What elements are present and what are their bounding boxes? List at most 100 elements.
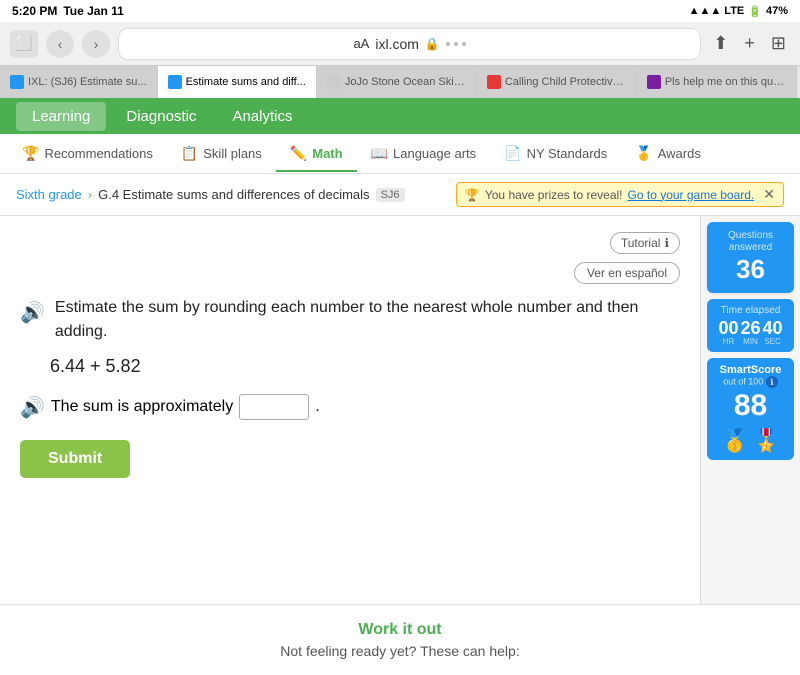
tab-math[interactable]: ✏️ Math [276, 137, 357, 172]
share-button[interactable]: ⬆ [709, 31, 732, 56]
bottom-section: Work it out Not feeling ready yet? These… [0, 604, 800, 675]
tab-estimate[interactable]: Estimate sums and diff... [158, 66, 317, 98]
tab-recommendations-label: Recommendations [44, 146, 152, 161]
trophy-icon: 🏆 [465, 188, 480, 202]
nav-diagnostic[interactable]: Diagnostic [110, 102, 212, 131]
awards-icon: 🥇 [635, 145, 652, 162]
questions-answered-box: Questions answered 36 [707, 222, 794, 293]
tab-recommendations[interactable]: 🏆 Recommendations [8, 137, 167, 172]
time-minutes: 26 MIN [740, 319, 760, 346]
language-arts-icon: 📖 [371, 145, 388, 162]
tutorial-button[interactable]: Tutorial ℹ [610, 232, 680, 254]
prize-text: You have prizes to reveal! [485, 188, 623, 202]
instruction-text: Estimate the sum by rounding each number… [55, 296, 680, 344]
smart-score-title: SmartScore [715, 364, 786, 376]
main-content: Tutorial ℹ Ver en español 🔊 Estimate the… [0, 216, 800, 604]
tab-label-calling: Calling Child Protective... [505, 76, 626, 88]
address-bar[interactable]: aA ixl.com 🔒 [118, 28, 701, 60]
window-button[interactable]: ⬜ [10, 30, 38, 58]
tab-help[interactable]: Pls help me on this que... [637, 66, 797, 98]
info-icon: ℹ [664, 236, 669, 250]
breadcrumb-badge: SJ6 [376, 188, 405, 202]
tab-favicon-jojo [327, 75, 341, 89]
tab-ixl[interactable]: IXL: (SJ6) Estimate su... [0, 66, 158, 98]
submit-button[interactable]: Submit [20, 440, 130, 478]
nav-analytics[interactable]: Analytics [216, 102, 308, 131]
tab-favicon-help [647, 75, 661, 89]
tab-label-ixl: IXL: (SJ6) Estimate su... [28, 76, 147, 88]
breadcrumb-parent[interactable]: Sixth grade [16, 187, 82, 202]
new-tab-button[interactable]: + [740, 31, 759, 56]
battery-icon: 🔋 [748, 5, 762, 18]
time-hours: 00 HR [718, 319, 738, 346]
skill-plans-icon: 📋 [181, 145, 198, 162]
tab-favicon-calling [487, 75, 501, 89]
nav-learning[interactable]: Learning [16, 102, 106, 131]
tab-jojo[interactable]: JoJo Stone Ocean Skin... [317, 66, 477, 98]
prize-close-button[interactable]: ✕ [763, 186, 775, 203]
math-icon: ✏️ [290, 145, 307, 162]
tab-awards[interactable]: 🥇 Awards [621, 137, 715, 172]
browser-actions: ⬆ + ⊞ [709, 31, 790, 56]
tab-label-jojo: JoJo Stone Ocean Skin... [345, 76, 466, 88]
sub-nav: 🏆 Recommendations 📋 Skill plans ✏️ Math … [0, 134, 800, 174]
tutorial-label: Tutorial [621, 236, 661, 250]
answer-prompt: The sum is approximately [51, 398, 233, 416]
browser-chrome: ⬜ ‹ › aA ixl.com 🔒 ⬆ + ⊞ [0, 22, 800, 66]
time-seconds: 40 SEC [763, 319, 783, 346]
forward-button[interactable]: › [82, 30, 110, 58]
medal-1: 🥇 [721, 428, 748, 454]
browser-tabs: IXL: (SJ6) Estimate su... Estimate sums … [0, 66, 800, 98]
sidebar-stats: Questions answered 36 Time elapsed 00 HR… [700, 216, 800, 604]
time-display: 5:20 PM [12, 4, 57, 18]
breadcrumb-bar: Sixth grade › G.4 Estimate sums and diff… [0, 174, 800, 216]
tab-ny-standards-label: NY Standards [527, 146, 608, 161]
tab-favicon-estimate [168, 75, 182, 89]
status-bar: 5:20 PM Tue Jan 11 ▲▲▲ LTE 🔋 47% [0, 0, 800, 22]
answer-suffix: . [315, 398, 319, 416]
tab-language-arts[interactable]: 📖 Language arts [357, 137, 491, 172]
battery-percent: 47% [766, 5, 788, 17]
time-grid: 00 HR 26 MIN 40 SEC [713, 319, 788, 346]
smart-score-sub: out of 100 ℹ [715, 376, 786, 388]
tab-label-help: Pls help me on this que... [665, 76, 786, 88]
tutorial-row: Tutorial ℹ [20, 232, 680, 254]
lock-icon: 🔒 [425, 37, 440, 51]
back-button[interactable]: ‹ [46, 30, 74, 58]
spanish-button[interactable]: Ver en español [574, 262, 680, 284]
time-elapsed-box: Time elapsed 00 HR 26 MIN 40 SEC [707, 299, 794, 352]
question-area: Tutorial ℹ Ver en español 🔊 Estimate the… [0, 216, 700, 604]
prize-banner: 🏆 You have prizes to reveal! Go to your … [456, 182, 784, 207]
prize-link[interactable]: Go to your game board. [628, 188, 755, 202]
tab-calling[interactable]: Calling Child Protective... [477, 66, 637, 98]
tab-favicon-ixl [10, 75, 24, 89]
font-size-button[interactable]: aA [353, 36, 369, 51]
tab-ny-standards[interactable]: 📄 NY Standards [490, 137, 621, 172]
smart-score-box: SmartScore out of 100 ℹ 88 🥇 🎖️ [707, 358, 794, 460]
tab-skill-plans[interactable]: 📋 Skill plans [167, 137, 276, 172]
math-expression: 6.44 + 5.82 [50, 356, 680, 377]
work-it-out-heading: Work it out [20, 621, 780, 639]
tab-label-estimate: Estimate sums and diff... [186, 76, 306, 88]
time-elapsed-label: Time elapsed [713, 305, 788, 316]
questions-answered-label: Questions answered [715, 230, 786, 254]
tabs-button[interactable]: ⊞ [767, 31, 790, 56]
speaker-icon[interactable]: 🔊 [20, 298, 45, 328]
smart-score-value: 88 [715, 388, 786, 424]
dots-decoration [446, 42, 466, 46]
tab-math-label: Math [312, 146, 342, 161]
ny-standards-icon: 📄 [504, 145, 521, 162]
medals: 🥇 🎖️ [715, 428, 786, 454]
medal-2: 🎖️ [753, 428, 780, 454]
answer-row: 🔊 The sum is approximately . [20, 393, 680, 420]
tab-awards-label: Awards [658, 146, 701, 161]
questions-answered-value: 36 [715, 254, 786, 285]
question-text: 🔊 Estimate the sum by rounding each numb… [20, 296, 680, 344]
work-it-out-subtext: Not feeling ready yet? These can help: [20, 643, 780, 659]
answer-speaker-icon[interactable]: 🔊 [20, 395, 45, 420]
answer-input[interactable] [239, 394, 309, 420]
signal-icon: ▲▲▲ LTE [689, 5, 745, 17]
tab-language-arts-label: Language arts [393, 146, 476, 161]
date-display: Tue Jan 11 [63, 4, 123, 18]
info-icon-smart[interactable]: ℹ [766, 376, 778, 388]
